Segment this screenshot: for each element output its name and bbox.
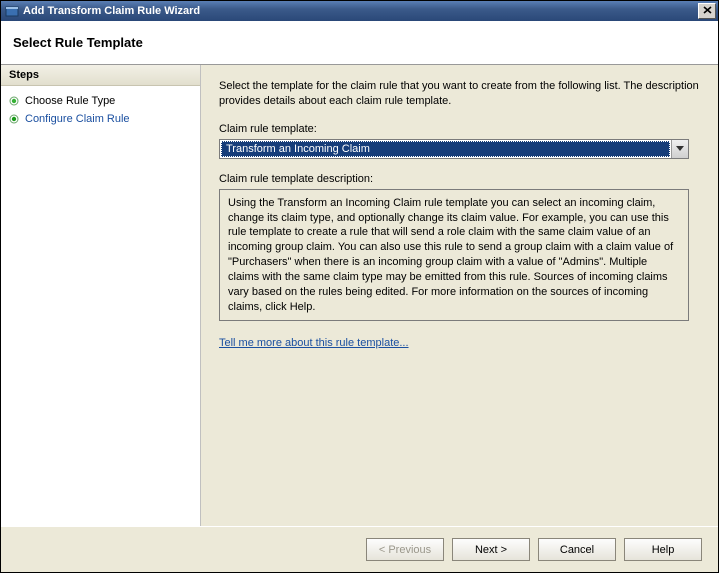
template-field-label: Claim rule template: <box>219 123 700 135</box>
step-choose-rule-type[interactable]: Choose Rule Type <box>1 92 200 110</box>
main-panel: Select the template for the claim rule t… <box>201 65 718 526</box>
help-button[interactable]: Help <box>624 538 702 561</box>
steps-list: Choose Rule Type Configure Claim Rule <box>1 86 200 134</box>
template-select[interactable]: Transform an Incoming Claim <box>219 139 689 159</box>
cancel-button[interactable]: Cancel <box>538 538 616 561</box>
wizard-footer: < Previous Next > Cancel Help <box>1 526 718 572</box>
step-bullet-icon <box>9 96 19 106</box>
close-button[interactable] <box>698 3 716 19</box>
next-button[interactable]: Next > <box>452 538 530 561</box>
app-icon <box>5 4 19 18</box>
window-title: Add Transform Claim Rule Wizard <box>23 5 698 17</box>
description-field-label: Claim rule template description: <box>219 173 700 185</box>
step-bullet-icon <box>9 114 19 124</box>
template-description: Using the Transform an Incoming Claim ru… <box>219 189 689 322</box>
wizard-body: Steps Choose Rule Type Configure Claim R… <box>1 65 718 526</box>
page-title: Select Rule Template <box>13 35 143 50</box>
steps-heading: Steps <box>1 65 200 86</box>
template-select-wrap: Transform an Incoming Claim <box>219 139 689 159</box>
intro-text: Select the template for the claim rule t… <box>219 79 700 109</box>
step-label: Configure Claim Rule <box>25 113 130 125</box>
step-configure-claim-rule[interactable]: Configure Claim Rule <box>1 110 200 128</box>
previous-button: < Previous <box>366 538 444 561</box>
more-info-link[interactable]: Tell me more about this rule template... <box>219 337 409 349</box>
steps-sidebar: Steps Choose Rule Type Configure Claim R… <box>1 65 201 526</box>
template-selected-value: Transform an Incoming Claim <box>221 141 670 157</box>
chevron-down-icon <box>671 140 688 158</box>
page-header: Select Rule Template <box>1 21 718 65</box>
titlebar: Add Transform Claim Rule Wizard <box>1 1 718 21</box>
step-label: Choose Rule Type <box>25 95 115 107</box>
close-icon <box>703 6 712 17</box>
